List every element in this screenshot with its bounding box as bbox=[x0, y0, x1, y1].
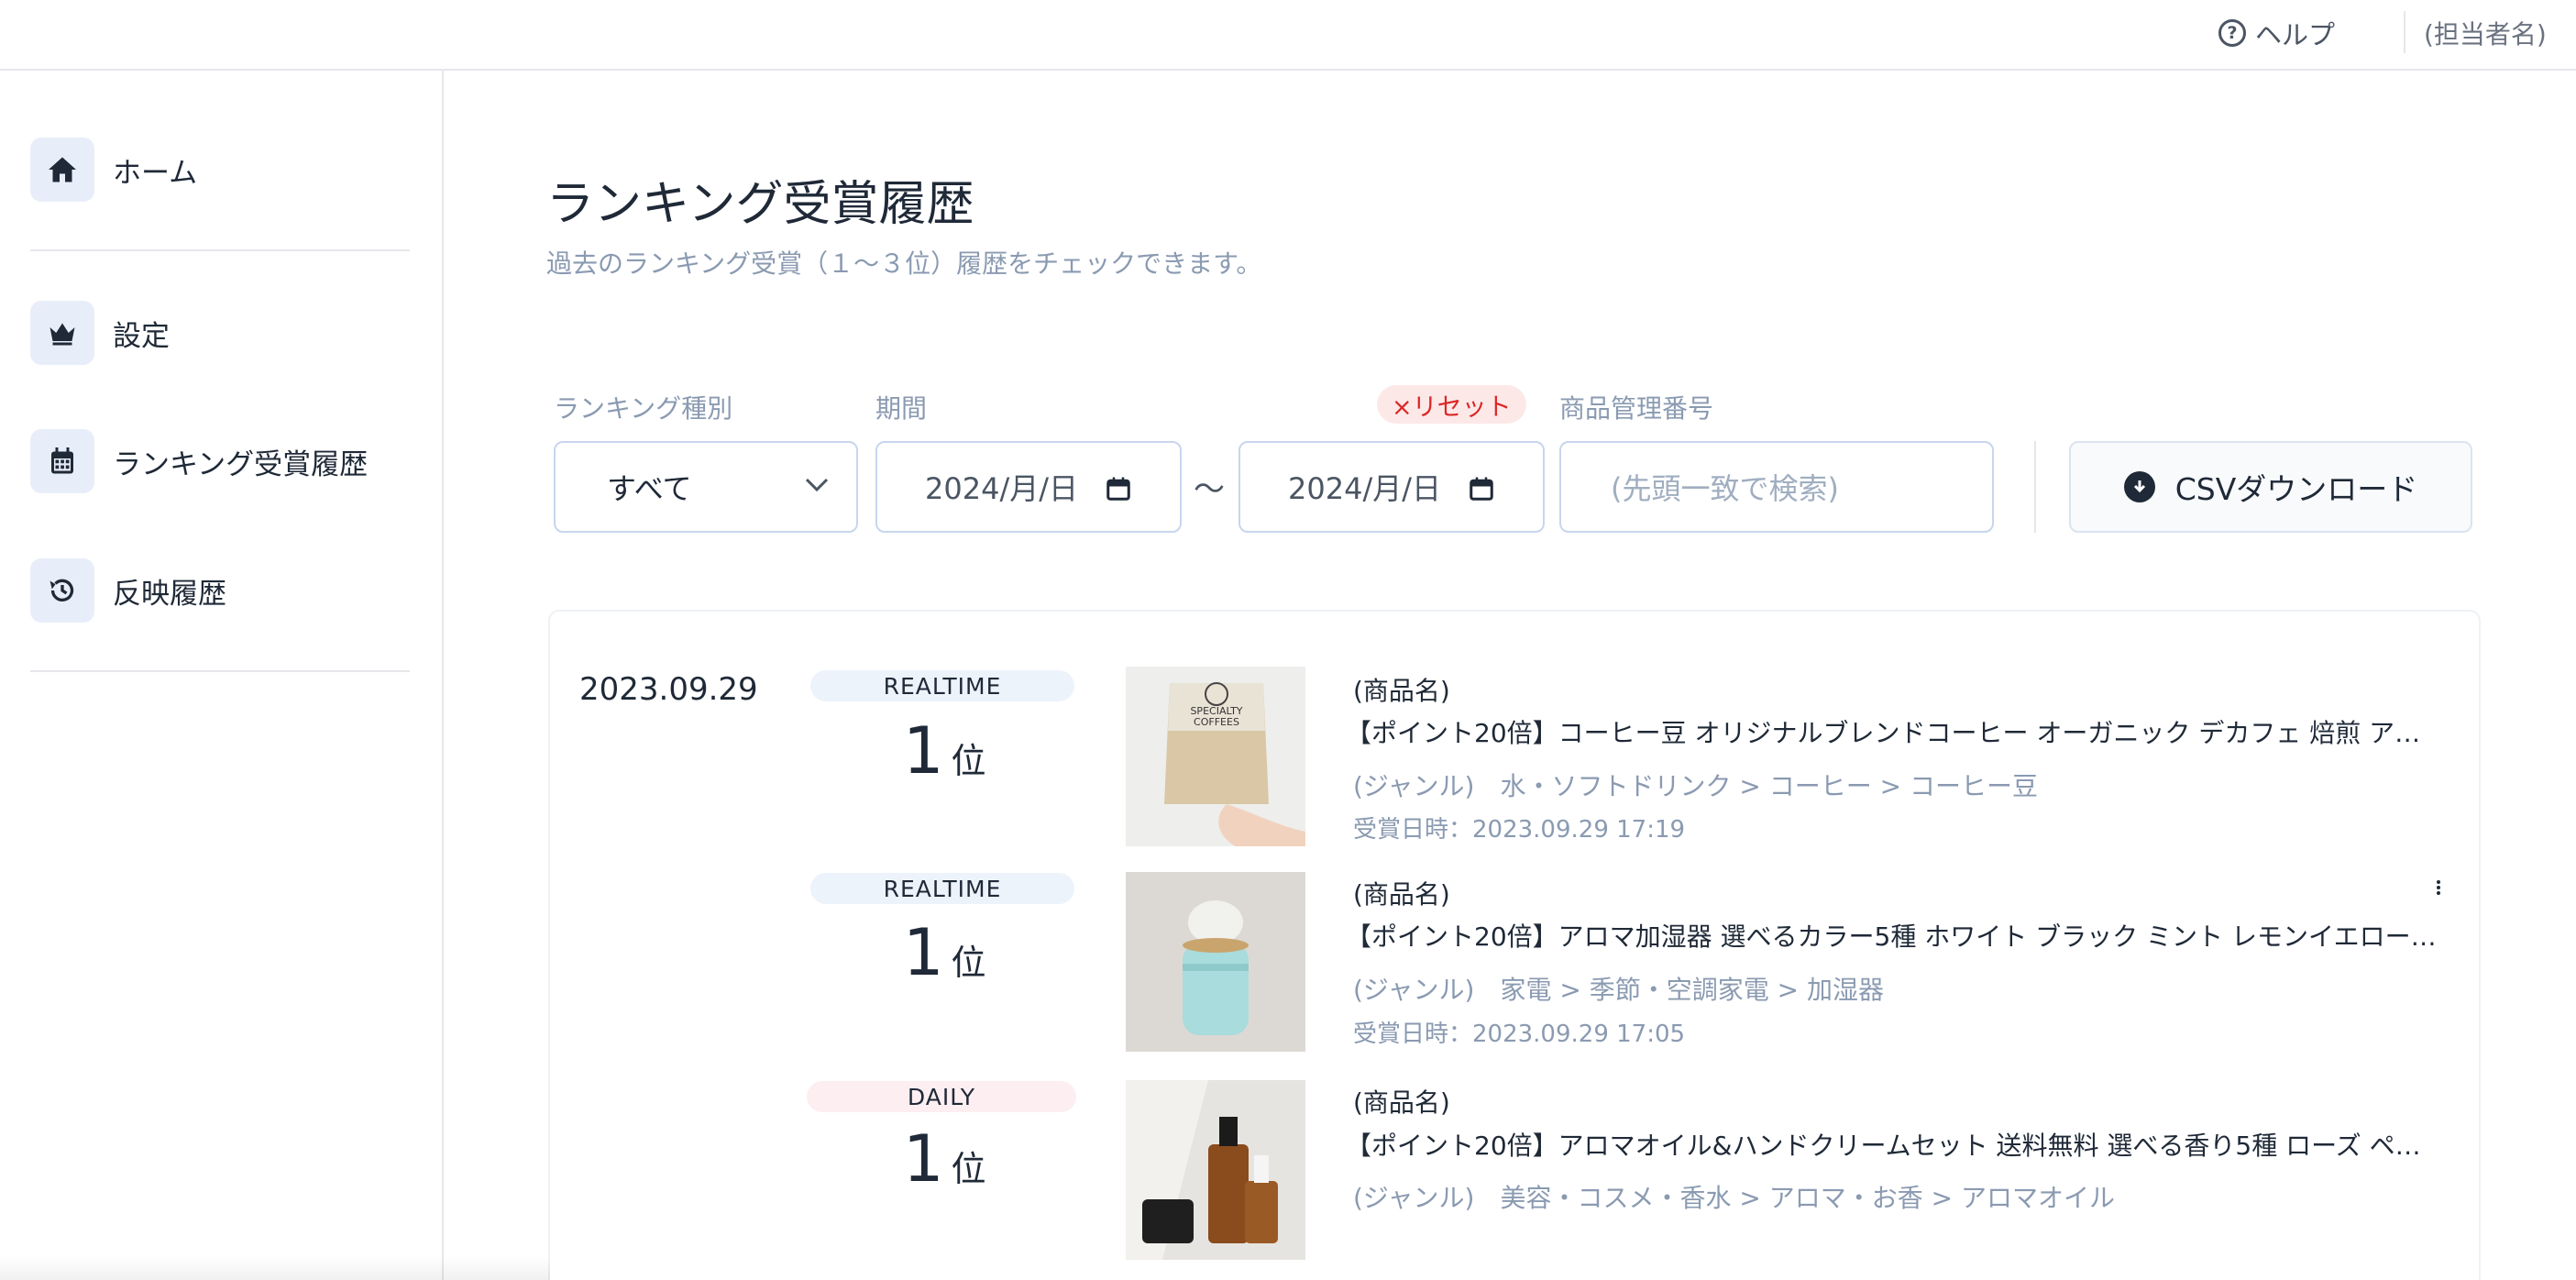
period-separator: ～ bbox=[1194, 471, 1225, 508]
sidebar-item-ranking-history[interactable]: ランキング受賞履歴 bbox=[30, 428, 368, 494]
home-icon bbox=[30, 138, 94, 202]
rank-unit: 位 bbox=[951, 741, 986, 781]
product-name[interactable]: 【ポイント20倍】コーヒー豆 オリジナルブレンドコーヒー オーガニック デカフェ… bbox=[1346, 713, 2444, 750]
rank-unit: 位 bbox=[951, 943, 986, 983]
sidebar-divider bbox=[30, 670, 410, 672]
date-from-input[interactable]: 2024/月/日 bbox=[875, 441, 1182, 533]
period-label: 期間 bbox=[875, 393, 928, 424]
sidebar: ホーム 設定 ランキング受賞履歴 反映履歴 bbox=[0, 71, 444, 1280]
award-datetime: 受賞日時：2023.09.29 17:05 bbox=[1353, 1021, 1686, 1048]
product-id-label: 商品管理番号 bbox=[1559, 393, 1714, 424]
csv-download-label: CSVダウンロード bbox=[2174, 471, 2418, 507]
sidebar-item-label: ランキング受賞履歴 bbox=[113, 447, 369, 481]
help-link[interactable]: ? ヘルプ bbox=[2218, 15, 2335, 51]
ranking-type-label: ランキング種別 bbox=[554, 393, 733, 424]
more-options-icon[interactable] bbox=[2433, 878, 2444, 897]
download-circle-icon bbox=[2123, 471, 2155, 502]
sidebar-divider bbox=[30, 249, 410, 251]
sidebar-item-label: ホーム bbox=[113, 156, 198, 190]
sidebar-item-settings[interactable]: 設定 bbox=[30, 300, 170, 366]
product-thumbnail[interactable] bbox=[1126, 872, 1305, 1052]
question-circle-icon: ? bbox=[2218, 19, 2246, 47]
sidebar-item-label: 反映履歴 bbox=[113, 577, 226, 611]
top-header: ? ヘルプ (担当者名) bbox=[0, 0, 2576, 71]
bag-label-text: COFFEES bbox=[1194, 716, 1239, 728]
scroll-shadow bbox=[0, 1256, 550, 1280]
rank-unit: 位 bbox=[951, 1149, 986, 1189]
page-subtitle: 過去のランキング受賞（１～３位）履歴をチェックできます。 bbox=[546, 248, 1262, 279]
product-name-label: (商品名) bbox=[1353, 676, 1450, 706]
rank-display: 1 位 bbox=[903, 1121, 986, 1197]
crown-icon bbox=[30, 301, 94, 365]
product-thumbnail[interactable] bbox=[1126, 1080, 1305, 1260]
ranking-type-select[interactable]: すべて bbox=[554, 441, 858, 533]
product-genre: (ジャンル) 水・ソフトドリンク > コーヒー > コーヒー豆 bbox=[1353, 771, 2038, 801]
award-date-group: 2023.09.29 bbox=[579, 671, 758, 708]
calendar-icon bbox=[30, 429, 94, 493]
sidebar-item-home[interactable]: ホーム bbox=[30, 137, 197, 203]
ranking-type-badge: REALTIME bbox=[810, 670, 1074, 701]
reset-button[interactable]: ×リセット bbox=[1377, 385, 1526, 424]
product-id-placeholder: (先頭一致で検索) bbox=[1611, 471, 1839, 506]
page-title: ランキング受賞履歴 bbox=[546, 177, 974, 232]
ranking-type-badge: DAILY bbox=[807, 1081, 1076, 1112]
product-name[interactable]: 【ポイント20倍】アロマオイル&ハンドクリームセット 送料無料 選べる香り5種 … bbox=[1346, 1126, 2444, 1163]
product-genre: (ジャンル) 家電 > 季節・空調家電 > 加湿器 bbox=[1353, 975, 1884, 1005]
calendar-picker-icon[interactable] bbox=[1105, 475, 1132, 502]
product-name-label: (商品名) bbox=[1353, 1087, 1450, 1118]
product-genre: (ジャンル) 美容・コスメ・香水 > アロマ・お香 > アロマオイル bbox=[1353, 1183, 2115, 1213]
help-label: ヘルプ bbox=[2255, 19, 2336, 50]
sidebar-item-reflect-history[interactable]: 反映履歴 bbox=[30, 557, 226, 623]
date-to-input[interactable]: 2024/月/日 bbox=[1238, 441, 1545, 533]
product-name[interactable]: 【ポイント20倍】アロマ加湿器 選べるカラー5種 ホワイト ブラック ミント レ… bbox=[1346, 917, 2444, 954]
calendar-picker-icon[interactable] bbox=[1468, 475, 1495, 502]
chevron-down-icon bbox=[805, 478, 829, 492]
rank-display: 1 位 bbox=[903, 713, 986, 789]
rank-number: 1 bbox=[903, 915, 944, 990]
rank-number: 1 bbox=[903, 713, 944, 789]
ranking-type-badge: REALTIME bbox=[810, 873, 1074, 904]
user-name[interactable]: (担当者名) bbox=[2424, 15, 2547, 51]
product-thumbnail[interactable]: SPECIALTY COFFEES bbox=[1126, 667, 1305, 846]
award-datetime: 受賞日時：2023.09.29 17:19 bbox=[1353, 816, 1686, 844]
product-name-label: (商品名) bbox=[1353, 879, 1450, 910]
date-from-value: 2024/月/日 bbox=[925, 471, 1079, 506]
sidebar-item-label: 設定 bbox=[113, 319, 170, 353]
date-to-value: 2024/月/日 bbox=[1288, 471, 1442, 506]
csv-download-button[interactable]: CSVダウンロード bbox=[2069, 441, 2472, 533]
header-divider bbox=[2404, 11, 2405, 53]
rank-number: 1 bbox=[903, 1121, 944, 1197]
history-icon bbox=[30, 558, 94, 623]
filter-divider bbox=[2034, 441, 2036, 533]
product-id-search-input[interactable]: (先頭一致で検索) bbox=[1559, 441, 1994, 533]
rank-display: 1 位 bbox=[903, 915, 986, 990]
ranking-type-value: すべて bbox=[607, 471, 692, 506]
